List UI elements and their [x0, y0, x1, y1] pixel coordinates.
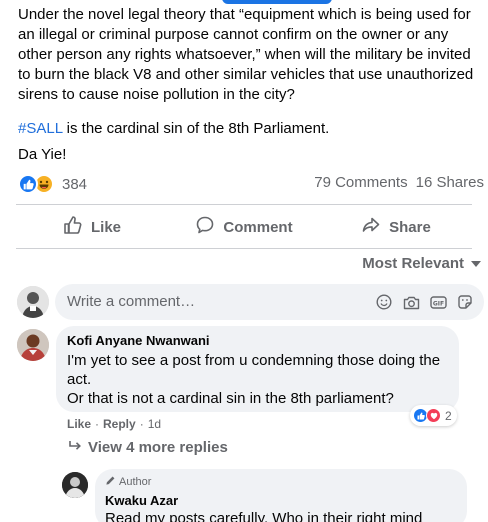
- comment-timestamp[interactable]: 1d: [148, 417, 161, 431]
- comment-bubble-icon: [195, 215, 215, 239]
- comment-sort-dropdown[interactable]: Most Relevant: [362, 255, 482, 272]
- share-label: Share: [389, 218, 431, 236]
- comment-label: Comment: [223, 218, 293, 236]
- post-body: Under the novel legal theory that “equip…: [18, 5, 480, 105]
- caret-down-icon: [470, 255, 482, 272]
- pencil-icon: [105, 475, 116, 489]
- comment-input-tools: GIF: [375, 293, 474, 311]
- share-arrow-icon: [361, 215, 381, 239]
- comment-author-name[interactable]: Kofi Anyane Nwanwani: [67, 333, 210, 348]
- hashtag-link[interactable]: #SALL: [18, 120, 62, 137]
- comment-count[interactable]: 79 Comments: [314, 174, 407, 191]
- like-button[interactable]: Like: [16, 210, 168, 244]
- comment-meta: Like · Reply · 1d: [67, 417, 161, 431]
- commenter-avatar[interactable]: [17, 329, 49, 361]
- post-actions: Like Comment Share: [16, 210, 472, 244]
- comment-bubble: Kofi Anyane Nwanwani I'm yet to see a po…: [56, 326, 459, 412]
- comment-reaction-summary[interactable]: 2: [410, 405, 457, 426]
- comment-text-line: I'm yet to see a post from u condemning …: [67, 352, 441, 388]
- share-button[interactable]: Share: [320, 210, 472, 244]
- divider: [16, 204, 472, 205]
- comment-input[interactable]: Write a comment… GIF: [55, 284, 484, 320]
- share-count[interactable]: 16 Shares: [416, 174, 484, 191]
- view-more-replies-link[interactable]: View 4 more replies: [68, 439, 228, 456]
- separator: ·: [95, 417, 100, 431]
- separator: ·: [139, 417, 144, 431]
- thumbs-up-icon: [63, 215, 83, 239]
- comment-reply-link[interactable]: Reply: [103, 417, 136, 431]
- comment-reaction-count: 2: [445, 408, 452, 423]
- view-more-replies-label: View 4 more replies: [88, 439, 228, 456]
- reply-arrow-icon: [68, 439, 82, 456]
- gif-icon[interactable]: GIF: [429, 293, 447, 311]
- comment-button[interactable]: Comment: [168, 210, 320, 244]
- sticker-icon[interactable]: [456, 293, 474, 311]
- like-label: Like: [90, 218, 121, 236]
- emoji-icon[interactable]: [375, 293, 393, 311]
- comment-like-link[interactable]: Like: [67, 417, 91, 431]
- post-paragraph-hashtag: #SALL is the cardinal sin of the 8th Par…: [18, 119, 329, 139]
- reply-text: Read my posts carefully. Who in their ri…: [105, 510, 423, 522]
- author-badge-label: Author: [119, 476, 152, 488]
- like-reaction-icon: [18, 174, 38, 194]
- love-reaction-icon: [426, 408, 441, 423]
- reply-author-name[interactable]: Kwaku Azar: [105, 493, 178, 508]
- current-user-avatar[interactable]: [17, 286, 49, 318]
- reply-author-avatar[interactable]: [62, 472, 88, 498]
- sort-label: Most Relevant: [362, 255, 464, 272]
- camera-icon[interactable]: [402, 293, 420, 311]
- divider: [16, 248, 472, 249]
- post-signoff: Da Yie!: [18, 146, 67, 163]
- comment-text-line: Or that is not a cardinal sin in the 8th…: [67, 390, 394, 407]
- comment-input-placeholder: Write a comment…: [67, 293, 196, 310]
- comment-body: I'm yet to see a post from u condemning …: [67, 351, 455, 408]
- hashtag-sentence: is the cardinal sin of the 8th Parliamen…: [62, 120, 330, 137]
- reaction-count: 384: [62, 175, 88, 193]
- author-badge: Author: [105, 475, 151, 489]
- post-paragraph: Under the novel legal theory that “equip…: [18, 6, 474, 103]
- reaction-summary[interactable]: 384: [18, 173, 87, 195]
- svg-text:GIF: GIF: [432, 300, 443, 307]
- post-stats: 79 Comments 16 Shares: [314, 174, 484, 191]
- reply-bubble: Author Kwaku Azar Read my posts carefull…: [95, 469, 467, 522]
- top-action-button[interactable]: [222, 0, 332, 4]
